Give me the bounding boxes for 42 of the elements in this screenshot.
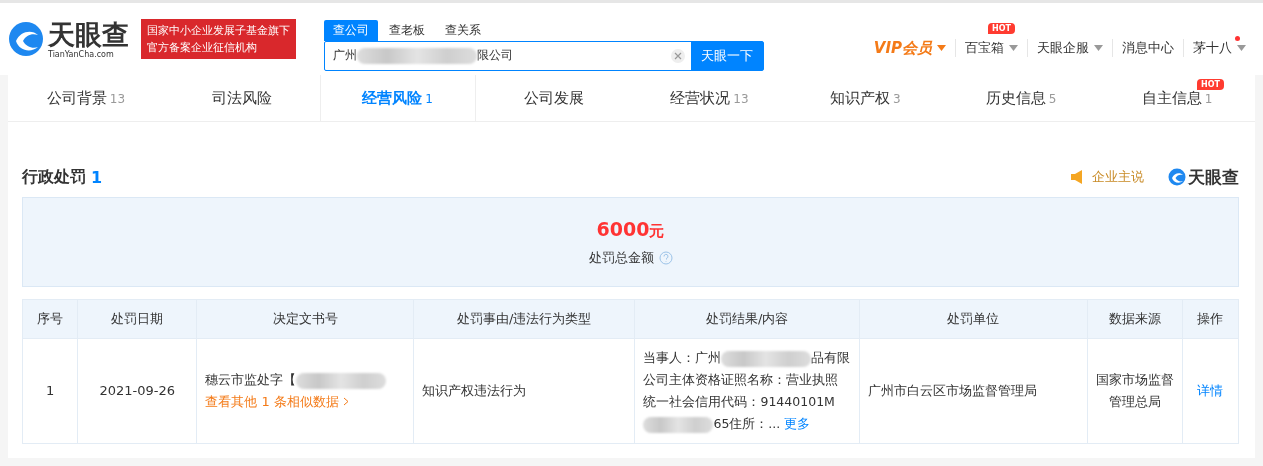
logo-icon (1168, 168, 1186, 186)
column-header: 决定文书号 (196, 299, 414, 339)
table-cell: 广州市白云区市场监督管理局 (859, 338, 1088, 444)
nav-link[interactable]: 天眼企服 (1027, 39, 1112, 57)
hot-badge: HOT (1197, 79, 1224, 90)
search-tab[interactable]: 查老板 (380, 19, 434, 41)
search-button[interactable]: 天眼一下 (691, 41, 763, 70)
column-header: 处罚结果/内容 (634, 299, 860, 339)
total-amount: 6000元 (596, 217, 665, 241)
table-cell: 1 (22, 338, 78, 444)
penalty-content: 当事人：广州 品有限公司主体资格证照名称：营业执照统一社会信用代码：91440101M 65住所：... 更多 (643, 349, 851, 435)
brand-name: 天眼查 (1188, 165, 1239, 189)
document-number: 穗云市监处字【 (205, 369, 405, 391)
user-menu[interactable]: 茅十八 (1183, 39, 1255, 57)
search-tab[interactable]: 查公司 (324, 19, 378, 41)
help-icon[interactable] (658, 250, 673, 265)
hot-badge: HOT (988, 23, 1015, 34)
column-header: 序号 (22, 299, 78, 339)
logo-icon (8, 21, 44, 57)
search-tab[interactable]: 查关系 (436, 19, 490, 41)
table-cell: 知识产权违法行为 (413, 338, 635, 444)
banner: 国家中小企业发展子基金旗下 官方备案企业征信机构 (141, 19, 296, 59)
redaction-blur (643, 416, 714, 433)
more-link[interactable]: 更多 (784, 416, 811, 431)
summary-label: 处罚总金额 (588, 248, 654, 267)
logo-name: 天眼查 (48, 19, 129, 50)
section-count: 1 (91, 167, 103, 187)
table-cell: 国家市场监督管理总局 (1087, 338, 1183, 444)
logo-domain: TianYanCha.com (48, 49, 115, 59)
column-header: 操作 (1182, 299, 1239, 339)
details-link[interactable]: 详情 (1197, 383, 1224, 398)
table-cell: 2021-09-26 (77, 338, 197, 444)
column-header: 数据来源 (1087, 299, 1183, 339)
nav-link[interactable]: 消息中心 (1112, 39, 1183, 57)
search-field[interactable]: 广州 限公司 天眼一下 (324, 40, 764, 71)
section-tab[interactable]: 经营风险 1 (319, 75, 476, 121)
close-icon[interactable] (674, 51, 682, 60)
column-header: 处罚单位 (859, 299, 1088, 339)
column-header: 处罚事由/违法行为类型 (413, 299, 635, 339)
chevron-right-icon (343, 397, 350, 406)
section-title: 行政处罚 (22, 166, 86, 188)
column-header: 处罚日期 (77, 299, 197, 339)
